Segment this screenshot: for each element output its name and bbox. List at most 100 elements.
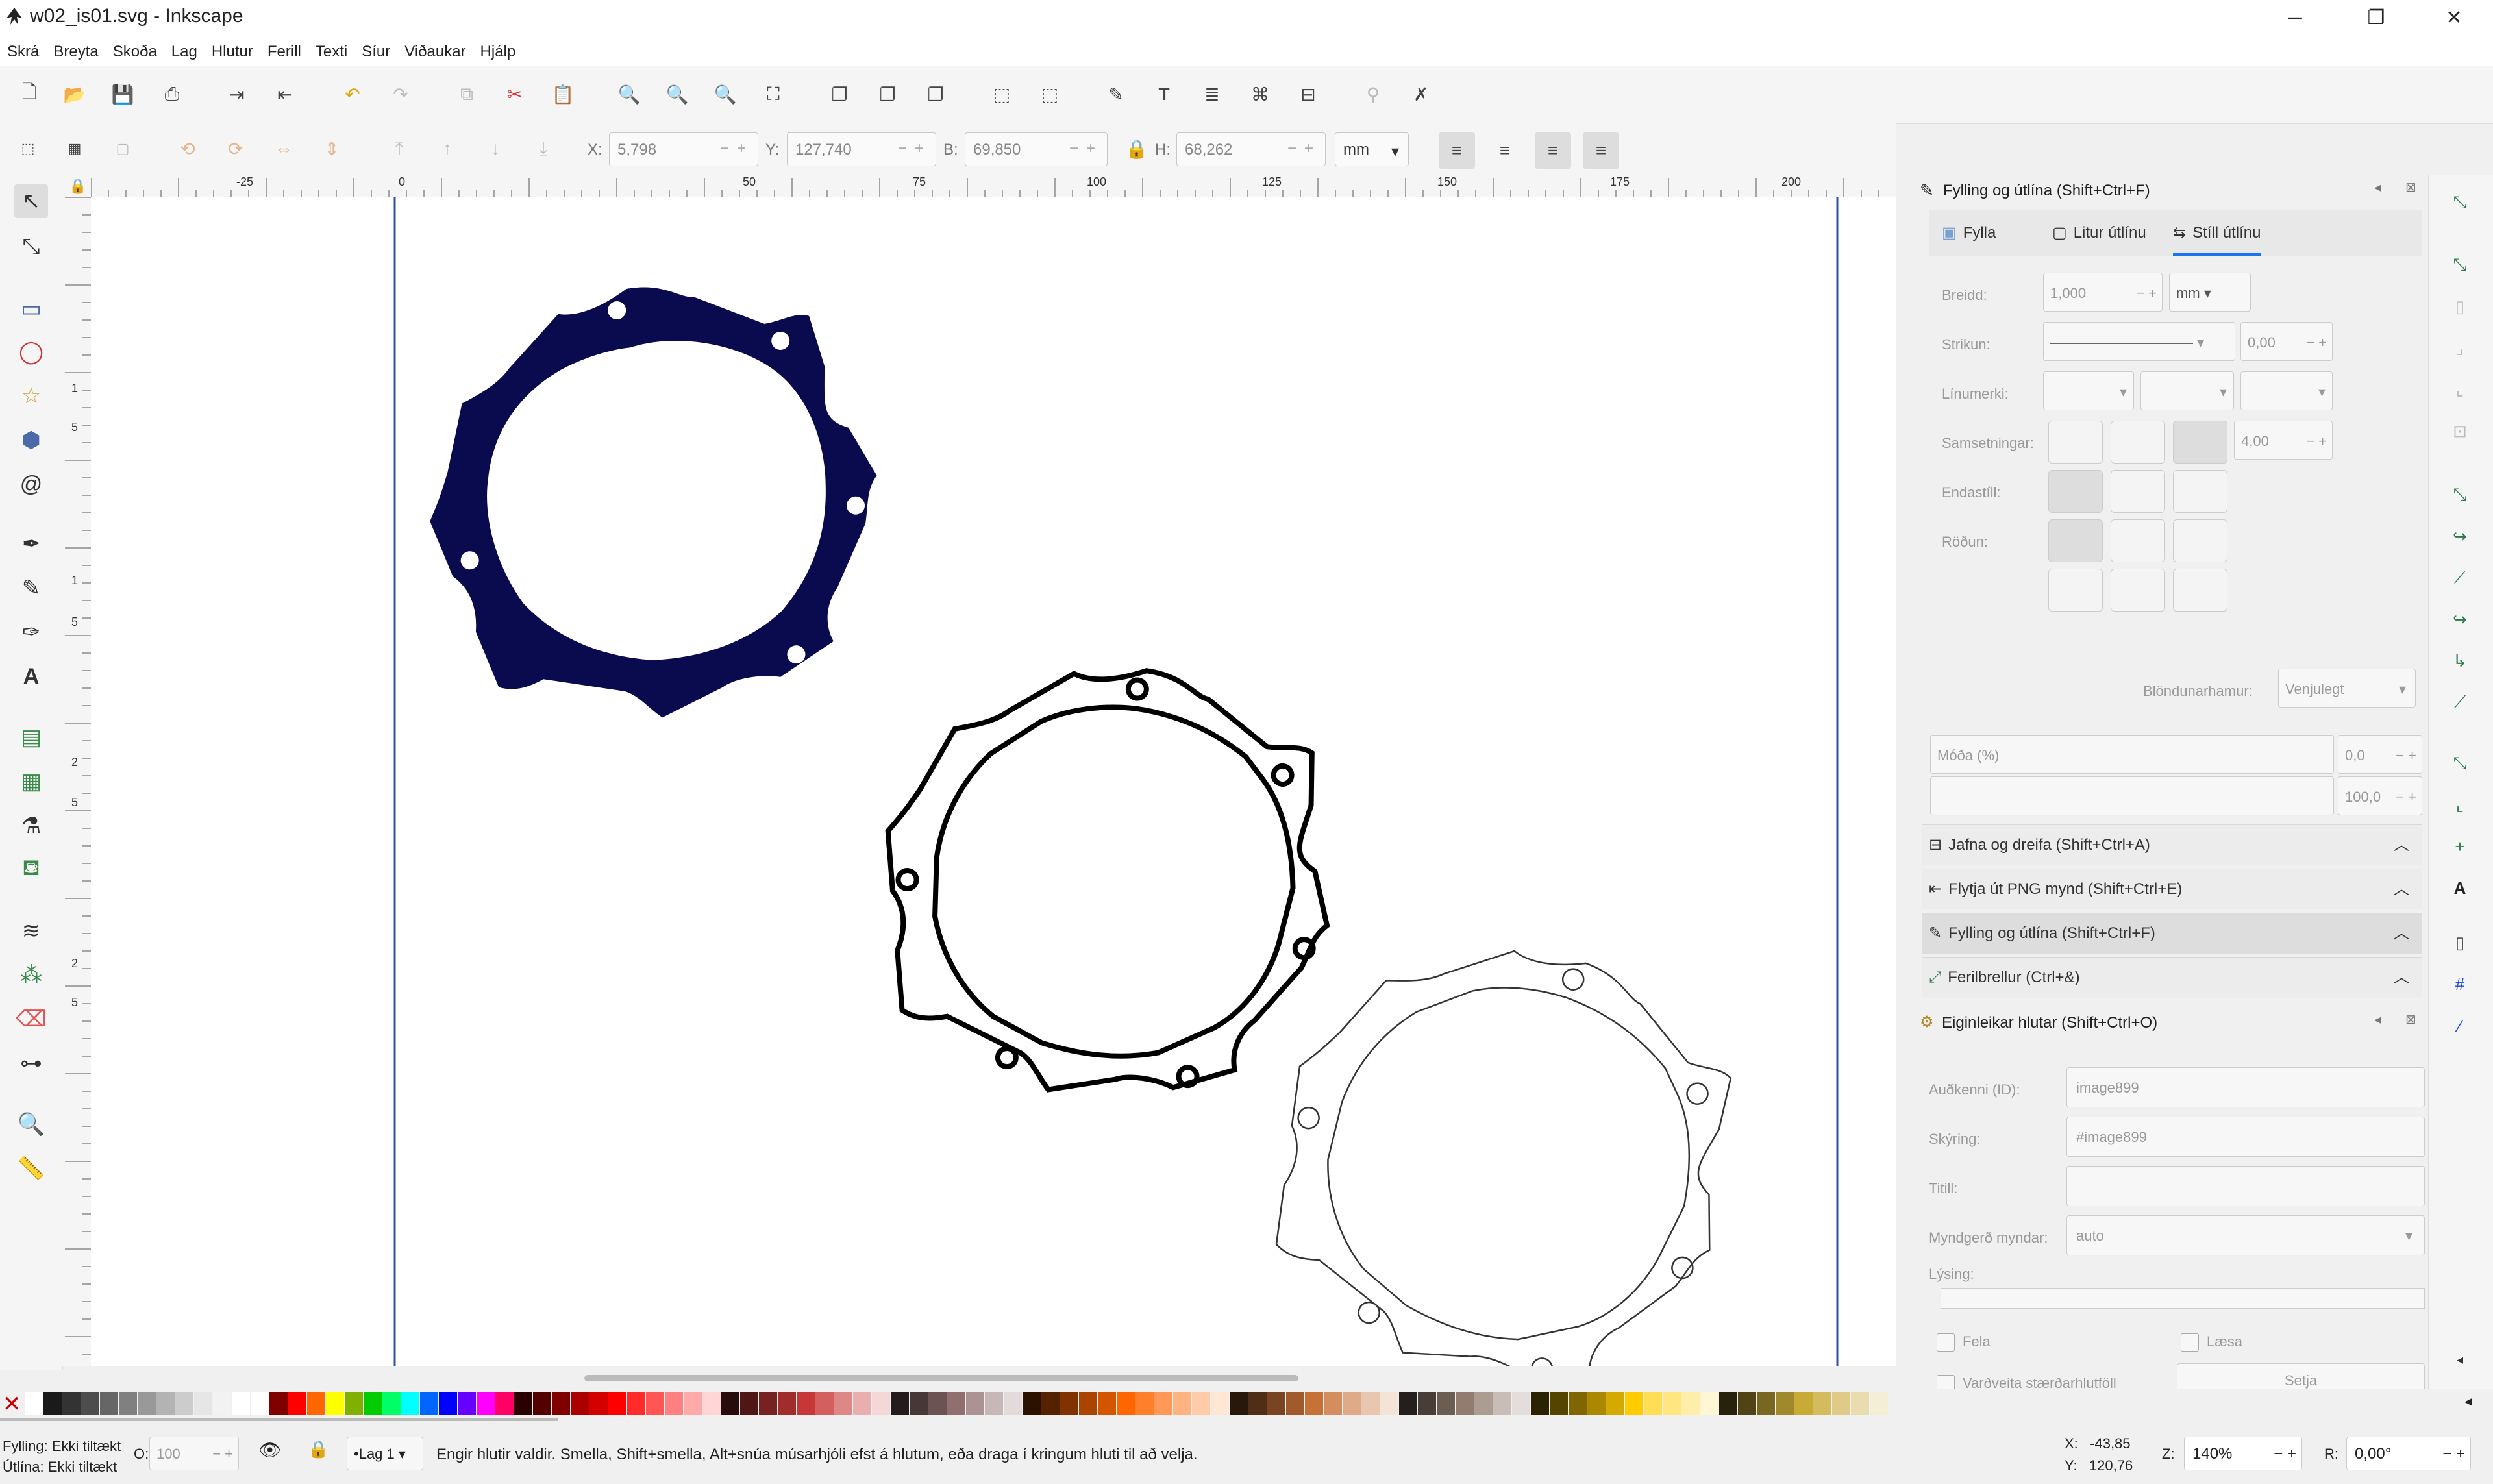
palette-scrollbar[interactable] bbox=[0, 1416, 2493, 1422]
description-textarea[interactable] bbox=[1941, 1288, 2425, 1309]
duplicate-icon[interactable]: ❐ bbox=[825, 79, 854, 109]
pencil-tool-icon[interactable]: ✎ bbox=[14, 571, 48, 605]
menu-filters[interactable]: Síur bbox=[354, 38, 397, 66]
transform-gradients-icon[interactable]: ≡ bbox=[1535, 132, 1571, 169]
ungroup-icon[interactable]: ⬚ bbox=[1035, 79, 1065, 109]
snap-nodes-icon[interactable]: ⤡ bbox=[2446, 480, 2474, 509]
rectangle-tool-icon[interactable]: ▭ bbox=[14, 292, 48, 326]
fill-stroke-panel-tab[interactable]: ✎ Fylling og útlína (Shift+Ctrl+F) ︿ bbox=[1922, 913, 2422, 954]
title-field[interactable] bbox=[2066, 1166, 2425, 1206]
tab-stroke-style[interactable]: ⇆ Stíll útlínu bbox=[2173, 210, 2261, 256]
dash-offset-field[interactable]: 0,00− + bbox=[2240, 322, 2333, 361]
order-stroke-fill-markers-button[interactable] bbox=[2111, 519, 2165, 562]
snap-text-baseline-icon[interactable]: A bbox=[2446, 874, 2474, 902]
cap-round-button[interactable] bbox=[2111, 470, 2165, 513]
join-round-button[interactable] bbox=[2111, 421, 2165, 464]
miter-limit-field[interactable]: 4,00− + bbox=[2234, 421, 2333, 460]
panel-close-icon[interactable]: ⊠ bbox=[2405, 1011, 2416, 1028]
lower-bottom-icon[interactable]: ⤓ bbox=[528, 134, 558, 164]
snap-intersections-icon[interactable]: ⟋ bbox=[2446, 563, 2474, 592]
id-field[interactable]: image899 bbox=[2066, 1067, 2425, 1107]
pen-tool-icon[interactable]: ✒ bbox=[14, 527, 48, 561]
snap-bbox-center-icon[interactable]: ⊡ bbox=[2446, 417, 2474, 445]
clone-icon[interactable]: ❐ bbox=[873, 79, 902, 109]
text-font-icon[interactable]: T bbox=[1149, 79, 1179, 109]
tweak-tool-icon[interactable]: ≋ bbox=[14, 914, 48, 948]
snap-line-midpoints-icon[interactable]: ⟋ bbox=[2446, 688, 2474, 717]
spray-tool-icon[interactable]: ⁂ bbox=[14, 958, 48, 992]
flip-vertical-icon[interactable]: ⇕ bbox=[317, 134, 347, 164]
eraser-tool-icon[interactable]: ⌫ bbox=[14, 1002, 48, 1036]
align-distribute-panel[interactable]: ⊟ Jafna og dreifa (Shift+Ctrl+A) ︿ bbox=[1922, 824, 2422, 865]
set-button[interactable]: Setja bbox=[2177, 1363, 2425, 1390]
snap-rotation-centers-icon[interactable]: + bbox=[2446, 832, 2474, 861]
redo-icon[interactable]: ↷ bbox=[386, 79, 416, 109]
cap-butt-button[interactable] bbox=[2048, 470, 2103, 513]
select-all-layers-icon[interactable]: ▦ bbox=[60, 134, 90, 164]
mid-marker-select[interactable]: ▾ bbox=[2140, 371, 2234, 410]
opacity-field[interactable]: 100− + bbox=[149, 1437, 239, 1470]
copy-icon[interactable]: ⧉ bbox=[452, 79, 482, 109]
zoom-page-icon[interactable]: 🔍 bbox=[710, 79, 740, 109]
calligraphy-tool-icon[interactable]: ✑ bbox=[14, 615, 48, 649]
snap-page-border-icon[interactable]: ▯ bbox=[2446, 928, 2474, 957]
layers-icon[interactable]: ≣ bbox=[1197, 79, 1227, 109]
zoom-drawing-icon[interactable]: 🔍 bbox=[662, 79, 692, 109]
ellipse-tool-icon[interactable]: ◯ bbox=[14, 335, 48, 369]
blend-mode-select[interactable]: Venjulegt ▾ bbox=[2278, 669, 2416, 708]
import-icon[interactable]: ⇥ bbox=[222, 79, 252, 109]
zoom-page-width-icon[interactable]: ⛶ bbox=[758, 79, 788, 109]
group-icon[interactable]: ⬚ bbox=[987, 79, 1017, 109]
horizontal-ruler[interactable]: -25 0 50 75 100 125 150 175 200 bbox=[91, 175, 1896, 198]
transform-patterns-icon[interactable]: ≡ bbox=[1583, 132, 1619, 169]
palette-scroll-thumb[interactable] bbox=[0, 1418, 558, 1421]
rotate-cw-icon[interactable]: ⟳ bbox=[221, 134, 251, 164]
palette-menu-icon[interactable]: ◂ bbox=[2464, 1392, 2472, 1411]
eye-icon[interactable]: 👁 bbox=[258, 1439, 282, 1461]
snap-paths-icon[interactable]: ↪ bbox=[2446, 522, 2474, 550]
horizontal-scrollbar[interactable] bbox=[91, 1366, 1896, 1389]
panel-detach-icon[interactable]: ◂ bbox=[2374, 179, 2381, 195]
stroke-unit-select[interactable]: mm ▾ bbox=[2169, 273, 2251, 312]
preserve-ratio-checkbox[interactable] bbox=[1937, 1375, 1955, 1391]
path-effects-panel[interactable]: ⤢ Ferilbrellur (Ctrl+&) ︿ bbox=[1922, 957, 2422, 998]
raise-icon[interactable]: ↑ bbox=[432, 134, 462, 164]
lock-layer-icon[interactable]: 🔒 bbox=[308, 1439, 329, 1459]
order-markers-stroke-fill-button[interactable] bbox=[2173, 569, 2227, 612]
cap-square-button[interactable] bbox=[2173, 470, 2227, 513]
star-tool-icon[interactable]: ☆ bbox=[14, 379, 48, 413]
menu-text[interactable]: Texti bbox=[308, 38, 354, 66]
dash-pattern-select[interactable]: ▾ bbox=[2043, 322, 2235, 361]
order-markers-fill-stroke-button[interactable] bbox=[2048, 569, 2103, 612]
fill-stroke-icon[interactable]: ✎ bbox=[1101, 79, 1131, 109]
panel-detach-icon[interactable]: ◂ bbox=[2374, 1011, 2381, 1028]
gradient-tool-icon[interactable]: ▤ bbox=[14, 721, 48, 754]
tab-stroke-paint[interactable]: ▢ Litur útlínu bbox=[2052, 210, 2146, 256]
order-fill-stroke-markers-button[interactable] bbox=[2048, 519, 2103, 562]
preferences-icon[interactable]: ✗ bbox=[1406, 79, 1436, 109]
zoom-selection-icon[interactable]: 🔍 bbox=[614, 79, 644, 109]
blur-field[interactable]: 0,0− + bbox=[2338, 735, 2422, 774]
snap-cusp-nodes-icon[interactable]: ↪ bbox=[2446, 605, 2474, 634]
menu-extensions[interactable]: Viðaukar bbox=[397, 38, 473, 66]
close-button[interactable]: ✕ bbox=[2418, 0, 2490, 38]
save-icon[interactable]: 💾 bbox=[108, 79, 138, 109]
snap-others-icon[interactable]: ⤡ bbox=[2446, 749, 2474, 778]
rotation-field[interactable]: 0,00° − + bbox=[2346, 1437, 2471, 1470]
measure-tool-icon[interactable]: 📏 bbox=[14, 1152, 48, 1185]
palette-swatches[interactable]: ✕ bbox=[0, 1389, 2467, 1416]
snap-bbox-edge-icon[interactable]: ▯ bbox=[2446, 292, 2474, 321]
mesh-tool-icon[interactable]: ▦ bbox=[14, 765, 48, 798]
snap-bbox-icon[interactable]: ⤡ bbox=[2446, 251, 2474, 279]
unlink-clone-icon[interactable]: ❐ bbox=[921, 79, 950, 109]
scale-stroke-icon[interactable]: ≡ bbox=[1439, 132, 1475, 169]
opacity-bar[interactable] bbox=[1930, 776, 2334, 815]
rendering-select[interactable]: auto ▾ bbox=[2066, 1215, 2425, 1255]
undo-icon[interactable]: ↶ bbox=[338, 79, 367, 109]
menu-edit[interactable]: Breyta bbox=[46, 38, 105, 66]
select-all-icon[interactable]: ⬚ bbox=[13, 134, 43, 164]
panel-close-icon[interactable]: ⊠ bbox=[2405, 179, 2416, 195]
snap-toggle-icon[interactable]: ⤡ bbox=[2446, 188, 2474, 217]
dropper-tool-icon[interactable]: ⚗ bbox=[14, 809, 48, 843]
connector-tool-icon[interactable]: ⊶ bbox=[14, 1046, 48, 1080]
